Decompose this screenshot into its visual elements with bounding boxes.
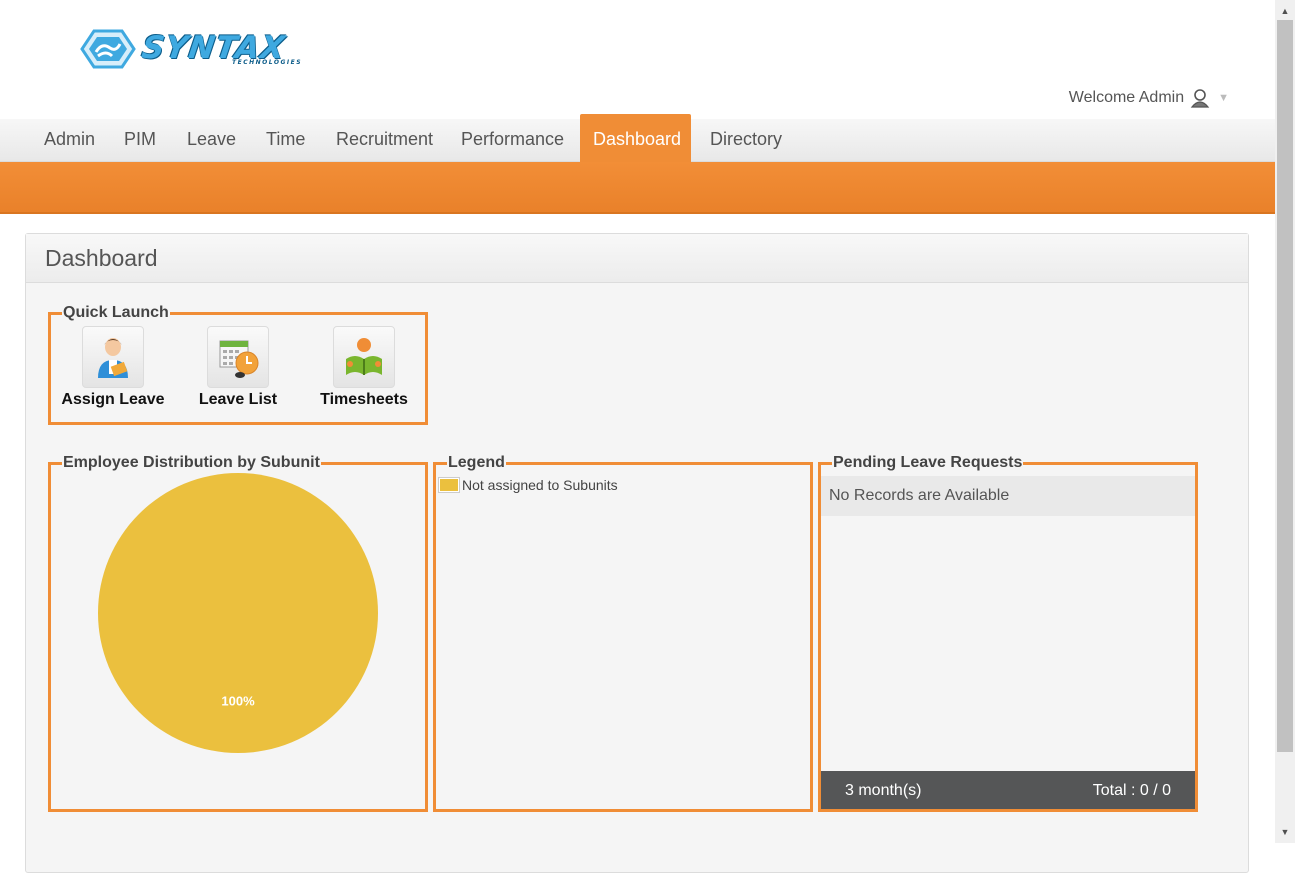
pending-footer: 3 month(s) Total : 0 / 0 (821, 771, 1195, 809)
legend-item: Not assigned to Subunits (438, 477, 618, 493)
logo-emblem-icon (80, 29, 136, 69)
pie-chart: 100% (98, 473, 378, 753)
pie-slice-label: 100% (221, 693, 255, 708)
vertical-scrollbar[interactable]: ▲ ▼ (1275, 0, 1295, 843)
page: SYNTAX TECHNOLOGIES Welcome Admin ▼ Admi… (0, 0, 1275, 873)
total-label: Total : 0 / 0 (1092, 782, 1171, 799)
legend-swatch (438, 477, 460, 493)
legend-title: Legend (448, 454, 505, 471)
menu-item-performance[interactable]: Performance (448, 119, 577, 162)
employee-distribution-panel: Employee Distribution by Subunit 100% (48, 454, 428, 812)
assign-leave-icon (82, 326, 144, 388)
submenu-bar (0, 162, 1275, 214)
legend-panel: Legend Not assigned to Subunits (433, 454, 813, 812)
main-menu: Admin PIM Leave Time Recruitment Perform… (0, 114, 1275, 162)
leave-list-label: Leave List (198, 391, 278, 408)
period-label: 3 month(s) (845, 782, 922, 799)
assign-leave-label: Assign Leave (61, 391, 165, 408)
user-icon (1190, 89, 1210, 108)
pending-leave-requests-panel: Pending Leave Requests No Records are Av… (818, 454, 1198, 812)
syntax-logo[interactable]: SYNTAX TECHNOLOGIES (80, 28, 330, 70)
menu-item-directory[interactable]: Directory (697, 119, 795, 162)
dashboard-panel: Dashboard Quick Launch Assign Leave Leav… (25, 233, 1249, 873)
pending-leave-requests-title: Pending Leave Requests (833, 454, 1023, 471)
menu-item-dashboard[interactable]: Dashboard (580, 114, 691, 162)
timesheets-button[interactable]: Timesheets (304, 326, 424, 409)
leave-list-button[interactable]: Leave List (178, 326, 298, 409)
menu-item-admin[interactable]: Admin (31, 119, 108, 162)
assign-leave-button[interactable]: Assign Leave (53, 326, 173, 409)
scrollbar-thumb[interactable] (1277, 20, 1293, 752)
welcome-menu[interactable]: Welcome Admin ▼ (1069, 88, 1229, 108)
dashboard-header: Dashboard (26, 234, 1248, 283)
legend-item-label: Not assigned to Subunits (462, 477, 618, 493)
leave-list-icon (207, 326, 269, 388)
employee-distribution-title: Employee Distribution by Subunit (63, 454, 320, 471)
quick-launch-panel: Quick Launch Assign Leave Leave List Tim… (48, 304, 428, 425)
timesheets-label: Timesheets (320, 391, 408, 408)
menu-item-leave[interactable]: Leave (174, 119, 249, 162)
logo-subtext: TECHNOLOGIES (232, 59, 303, 66)
welcome-label: Welcome Admin (1068, 89, 1185, 106)
timesheets-icon (333, 326, 395, 388)
menu-item-recruitment[interactable]: Recruitment (323, 119, 446, 162)
menu-item-time[interactable]: Time (253, 119, 318, 162)
chevron-down-icon[interactable]: ▼ (1218, 92, 1229, 104)
quick-launch-title: Quick Launch (63, 304, 169, 321)
menu-item-pim[interactable]: PIM (111, 119, 169, 162)
no-records-message: No Records are Available (821, 476, 1195, 516)
scroll-up-icon[interactable]: ▲ (1275, 2, 1295, 20)
page-title: Dashboard (45, 245, 158, 271)
scroll-down-icon[interactable]: ▼ (1275, 823, 1295, 841)
pie-slice[interactable] (98, 473, 378, 753)
